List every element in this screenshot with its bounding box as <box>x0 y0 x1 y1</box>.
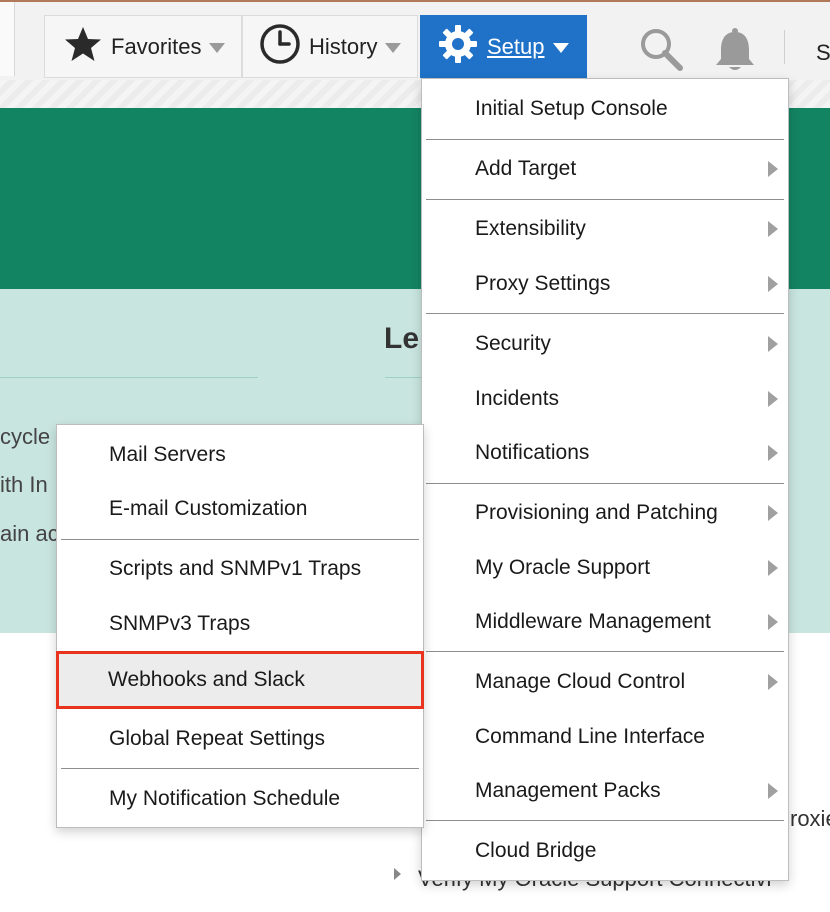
menu-item-label: Extensibility <box>475 217 586 240</box>
submenu-arrow-icon <box>768 783 778 799</box>
menu-item-incidents[interactable]: Incidents <box>422 373 788 425</box>
divider-line <box>385 377 425 378</box>
menu-item-manage-cloud-control[interactable]: Manage Cloud Control <box>422 656 788 708</box>
menu-separator <box>61 768 419 769</box>
menu-item-label: Global Repeat Settings <box>109 727 325 750</box>
submenu-item-webhooks-and-slack[interactable]: Webhooks and Slack <box>56 651 424 709</box>
menu-item-security[interactable]: Security <box>422 318 788 370</box>
section-heading: Le <box>384 322 420 355</box>
background-link-text[interactable]: roxie <box>790 806 830 832</box>
chevron-down-icon <box>209 42 226 53</box>
menu-separator <box>426 313 784 314</box>
clock-icon <box>259 23 301 71</box>
background-text: cycle <box>0 424 51 449</box>
user-menu-truncated[interactable]: S <box>816 40 830 66</box>
background-text: ain ac <box>0 521 59 546</box>
search-icon[interactable] <box>638 26 686 79</box>
toolbar-divider <box>784 30 785 64</box>
setup-dropdown-menu: Initial Setup Console Add Target Extensi… <box>421 78 789 881</box>
menu-item-label: Incidents <box>475 387 560 410</box>
expand-arrow-icon <box>394 868 401 880</box>
divider-line <box>0 377 258 378</box>
bell-icon[interactable] <box>712 26 758 79</box>
submenu-arrow-icon <box>768 276 778 292</box>
menu-item-label: Provisioning and Patching <box>475 501 718 524</box>
chevron-down-icon <box>385 42 402 53</box>
menu-item-initial-setup-console[interactable]: Initial Setup Console <box>422 83 788 135</box>
menu-separator <box>426 139 784 140</box>
menu-item-proxy-settings[interactable]: Proxy Settings <box>422 258 788 310</box>
menu-item-label: Manage Cloud Control <box>475 670 686 693</box>
menu-item-label: Mail Servers <box>109 443 226 466</box>
submenu-arrow-icon <box>768 560 778 576</box>
menu-item-extensibility[interactable]: Extensibility <box>422 203 788 255</box>
star-icon <box>63 24 103 70</box>
submenu-item-global-repeat-settings[interactable]: Global Repeat Settings <box>57 713 423 765</box>
submenu-item-mail-servers[interactable]: Mail Servers <box>57 429 423 481</box>
favorites-label: Favorites <box>111 33 202 59</box>
menu-separator <box>426 483 784 484</box>
menu-item-label: Cloud Bridge <box>475 839 597 862</box>
submenu-arrow-icon <box>768 391 778 407</box>
menu-item-cloud-bridge[interactable]: Cloud Bridge <box>422 825 788 877</box>
menu-item-notifications[interactable]: Notifications <box>422 427 788 479</box>
menu-item-provisioning-and-patching[interactable]: Provisioning and Patching <box>422 487 788 539</box>
menu-item-middleware-management[interactable]: Middleware Management <box>422 596 788 648</box>
menu-item-add-target[interactable]: Add Target <box>422 143 788 195</box>
menu-item-label: Initial Setup Console <box>475 97 668 120</box>
menu-item-label: Notifications <box>475 441 590 464</box>
menu-separator <box>426 651 784 652</box>
menu-item-management-packs[interactable]: Management Packs <box>422 765 788 817</box>
menu-item-label: Management Packs <box>475 779 661 802</box>
submenu-arrow-icon <box>768 445 778 461</box>
menu-item-label: Scripts and SNMPv1 Traps <box>109 557 362 580</box>
menu-item-label: Proxy Settings <box>475 272 611 295</box>
menu-item-my-oracle-support[interactable]: My Oracle Support <box>422 542 788 594</box>
menu-item-command-line-interface[interactable]: Command Line Interface <box>422 711 788 763</box>
menu-item-label: My Notification Schedule <box>109 787 341 810</box>
setup-label: Setup <box>487 33 545 59</box>
submenu-arrow-icon <box>768 336 778 352</box>
history-menu-button[interactable]: History <box>242 15 418 78</box>
submenu-arrow-icon <box>768 674 778 690</box>
menu-item-label: Webhooks and Slack <box>108 668 305 691</box>
menu-item-label: Command Line Interface <box>475 725 705 748</box>
menu-item-label: My Oracle Support <box>475 556 651 579</box>
favorites-menu-button[interactable]: Favorites <box>44 15 242 78</box>
submenu-item-snmpv3-traps[interactable]: SNMPv3 Traps <box>57 598 423 650</box>
menu-item-label: Add Target <box>475 157 577 180</box>
submenu-arrow-icon <box>768 161 778 177</box>
menu-separator <box>426 199 784 200</box>
history-label: History <box>309 33 378 59</box>
submenu-item-scripts-and-snmpv1-traps[interactable]: Scripts and SNMPv1 Traps <box>57 543 423 595</box>
toolbar-left-edge <box>0 2 15 76</box>
submenu-arrow-icon <box>768 221 778 237</box>
submenu-item-my-notification-schedule[interactable]: My Notification Schedule <box>57 773 423 825</box>
menu-separator <box>426 820 784 821</box>
menu-item-label: E-mail Customization <box>109 497 308 520</box>
background-text: ith In <box>0 472 48 497</box>
submenu-arrow-icon <box>768 614 778 630</box>
setup-menu-button[interactable]: Setup <box>420 15 587 78</box>
menu-separator <box>61 539 419 540</box>
notifications-submenu: Mail Servers E-mail Customization Script… <box>56 424 424 828</box>
menu-item-label: Security <box>475 332 551 355</box>
menu-item-label: SNMPv3 Traps <box>109 612 251 635</box>
gear-icon <box>437 23 479 71</box>
submenu-item-email-customization[interactable]: E-mail Customization <box>57 483 423 535</box>
menu-item-label: Middleware Management <box>475 610 711 633</box>
chevron-down-icon <box>552 42 569 53</box>
submenu-arrow-icon <box>768 505 778 521</box>
